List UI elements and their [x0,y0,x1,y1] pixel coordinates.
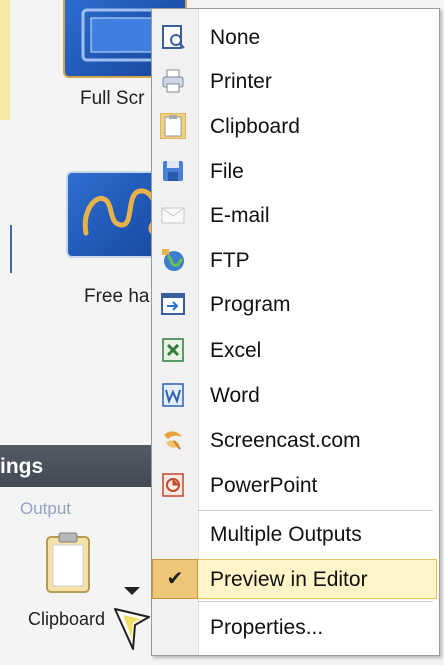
mouse-pointer-icon [114,608,150,650]
menu-separator [198,601,433,602]
menu-item-email[interactable]: E-mail [152,195,439,235]
menu-item-label: Properties... [210,616,324,639]
clipboard-icon [160,113,186,139]
printer-icon [162,69,184,93]
menu-item-label: Clipboard [210,115,300,138]
ftp-icon [162,249,184,271]
menu-item-label: E-mail [210,204,270,227]
menu-item-preview-in-editor[interactable]: ✔ Preview in Editor [152,559,439,599]
menu-item-label: Multiple Outputs [210,523,362,546]
menu-item-none[interactable]: None [152,17,439,57]
ribbon-left-divider [10,225,12,273]
free-hand-caption: Free ha [84,286,150,307]
ribbon-left-highlight [0,0,10,120]
clipboard-large-icon [46,532,90,593]
menu-item-ftp[interactable]: FTP [152,240,439,280]
menu-item-file[interactable]: File [152,151,439,191]
menu-item-label: FTP [210,249,250,272]
menu-item-word[interactable]: Word [152,375,439,415]
powerpoint-icon [162,473,184,497]
menu-item-multiple-outputs[interactable]: Multiple Outputs [152,514,439,554]
menu-item-program[interactable]: Program [152,284,439,324]
output-dropdown-arrow-icon[interactable] [124,587,140,595]
word-icon [162,383,184,407]
output-dropdown-menu: None Printer Clipboard File E-mail FTP P… [151,8,440,656]
email-icon [161,207,185,224]
ribbon-group-label: ings [0,455,44,478]
menu-item-label: Screencast.com [210,429,361,452]
menu-item-printer[interactable]: Printer [152,61,439,101]
output-group-label: Output [20,499,72,518]
menu-item-label: PowerPoint [210,474,318,497]
menu-separator [198,510,433,511]
menu-item-powerpoint[interactable]: PowerPoint [152,465,439,505]
excel-icon [162,338,184,362]
menu-item-clipboard[interactable]: Clipboard [152,106,439,146]
screencast-icon [164,431,182,450]
menu-item-label: Word [210,384,260,407]
file-icon [163,161,183,181]
menu-item-properties[interactable]: Properties... [152,607,439,647]
menu-item-label: File [210,160,244,183]
menu-item-label: None [210,26,261,49]
menu-item-excel[interactable]: Excel [152,330,439,370]
program-icon [161,293,185,315]
menu-item-label: Preview in Editor [210,568,368,591]
none-icon [162,25,185,49]
menu-item-label: Program [210,293,291,316]
checkmark-icon: ✔ [152,559,198,599]
menu-item-label: Excel [210,339,262,362]
full-screen-caption: Full Scr [80,88,145,109]
menu-item-label: Printer [210,70,272,93]
clipboard-button-label: Clipboard [28,609,106,629]
menu-item-screencast[interactable]: Screencast.com [152,420,439,460]
clipboard-output-button[interactable] [44,531,92,595]
